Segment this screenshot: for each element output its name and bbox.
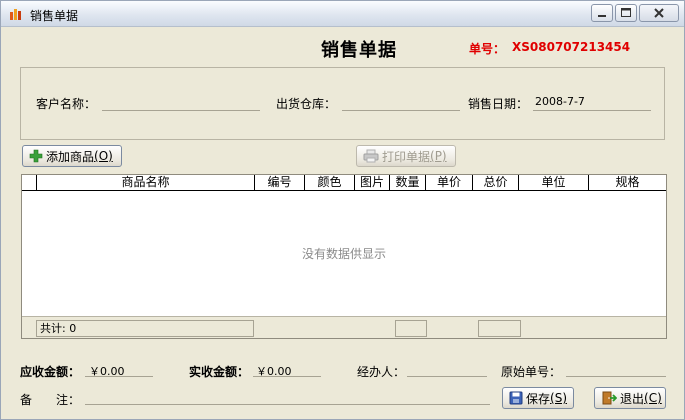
minimize-button[interactable] [591, 4, 613, 22]
close-button[interactable] [639, 4, 679, 22]
exit-shortcut: (C) [644, 391, 662, 405]
warehouse-field[interactable] [342, 93, 460, 111]
total-label: 共计: [40, 322, 66, 335]
product-grid[interactable]: 商品名称 编号 颜色 图片 数量 单价 总价 单位 规格 没有数据供显示 共计:… [21, 174, 667, 339]
column-header[interactable]: 颜色 [304, 175, 354, 191]
empty-grid-message: 没有数据供显示 [301, 247, 386, 261]
page-title: 销售单据 [321, 40, 397, 61]
doc-no-value: XS080707213454 [512, 40, 631, 54]
amount-sum-cell [478, 320, 521, 337]
quantity-sum-cell [395, 320, 427, 337]
customer-label: 客户名称： [36, 97, 97, 111]
received-value: ￥0.00 [256, 365, 292, 378]
original-no-label: 原始单号： [501, 365, 562, 379]
exit-label: 退出 [620, 391, 645, 406]
minimize-icon [598, 15, 606, 17]
total-count-cell: 共计: 0 [36, 320, 254, 337]
doc-no-label: 单号： [469, 42, 506, 56]
maximize-button[interactable] [615, 4, 637, 22]
date-label: 销售日期： [468, 97, 529, 111]
grid-row-selector-header [22, 175, 36, 191]
form-body: 销售单据 单号： XS080707213454 客户名称： 出货仓库： 销售日期… [5, 27, 680, 417]
sales-document-window: 销售单据 销售单据 单号： XS080707213454 客户名称： 出货仓库：… [0, 0, 685, 420]
handler-label: 经办人： [357, 365, 406, 379]
column-header[interactable]: 数量 [389, 175, 425, 191]
column-header[interactable]: 图片 [354, 175, 389, 191]
printer-icon [363, 149, 379, 163]
original-no-field[interactable] [566, 361, 666, 377]
add-product-button[interactable]: 添加商品 (O) [22, 145, 122, 167]
receivable-label: 应收金额： [20, 365, 81, 379]
save-shortcut: (S) [550, 391, 567, 405]
window-title: 销售单据 [30, 9, 79, 23]
column-header[interactable]: 单价 [425, 175, 472, 191]
print-document-shortcut: (P) [430, 149, 447, 163]
add-product-shortcut: (O) [94, 149, 113, 163]
customer-field[interactable] [102, 93, 260, 111]
total-value: 0 [69, 322, 77, 335]
date-field[interactable]: 2008-7-7 [533, 93, 651, 111]
print-document-label: 打印单据 [382, 149, 431, 164]
warehouse-label: 出货仓库： [276, 97, 337, 111]
floppy-disk-icon [509, 391, 523, 405]
remark-label: 备 注： [20, 393, 81, 407]
remark-field[interactable] [85, 389, 490, 405]
save-label: 保存 [526, 391, 551, 406]
column-header[interactable]: 单位 [518, 175, 588, 191]
column-header[interactable]: 总价 [472, 175, 518, 191]
save-button[interactable]: 保存 (S) [502, 387, 574, 409]
column-header[interactable]: 商品名称 [36, 175, 254, 191]
grid-summary-row: 共计: 0 [22, 316, 666, 338]
grid-header: 商品名称 编号 颜色 图片 数量 单价 总价 单位 规格 [22, 175, 666, 191]
exit-door-icon [602, 391, 617, 405]
info-group: 客户名称： 出货仓库： 销售日期： 2008-7-7 [20, 67, 665, 140]
print-document-button[interactable]: 打印单据 (P) [356, 145, 456, 167]
title-bar[interactable]: 销售单据 [1, 1, 684, 27]
column-header[interactable]: 编号 [254, 175, 304, 191]
add-product-label: 添加商品 [46, 149, 95, 164]
close-icon [654, 8, 664, 18]
receivable-value: ￥0.00 [89, 365, 125, 378]
received-label: 实收金额： [189, 365, 250, 379]
maximize-icon [621, 8, 631, 17]
handler-field[interactable] [407, 361, 487, 377]
plus-icon [29, 149, 43, 163]
exit-button[interactable]: 退出 (C) [594, 387, 666, 409]
column-header[interactable]: 规格 [588, 175, 666, 191]
app-icon [9, 7, 23, 21]
